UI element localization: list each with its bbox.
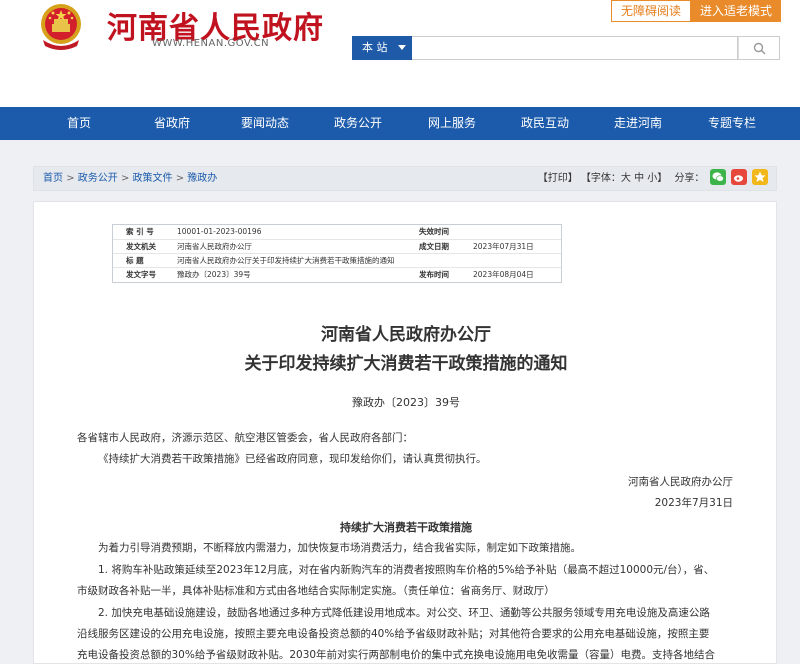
paragraph-2-line1: 2. 加快充电基础设施建设，鼓励各地通过多种方式降低建设用地成本。对公交、环卫、…: [98, 607, 710, 619]
meta-title-label: 标 题: [126, 256, 144, 265]
breadcrumb: 首页 > 政务公开 > 政策文件 > 豫政办: [43, 167, 217, 190]
search-scope-select[interactable]: 本 站: [352, 36, 412, 60]
meta-issuer-value: 河南省人民政府办公厅: [177, 242, 252, 251]
document-number: 豫政办〔2023〕39号: [352, 396, 460, 409]
meta-docno-label: 发文字号: [126, 270, 156, 279]
site-url: WWW.HENAN.GOV.CN: [152, 38, 270, 49]
meta-invalid-label: 失效时间: [419, 227, 449, 236]
document-meta-table: 索 引 号 10001-01-2023-00196 失效时间 发文机关 河南省人…: [112, 224, 562, 283]
document-title-line2: 关于印发持续扩大消费若干政策措施的通知: [244, 354, 568, 374]
paragraph-2-line3: 充电设备投资总额的30%给予省级财政补贴。2030年前对实行两部制电价的集中式充…: [77, 649, 716, 661]
breadcrumb-current[interactable]: 豫政办: [187, 173, 217, 184]
meta-issuer-label: 发文机关: [126, 242, 156, 251]
breadcrumb-open-affairs[interactable]: 政务公开: [78, 173, 118, 184]
page-tools: 【打印】 【字体：大 中 小】 分享：: [538, 167, 768, 190]
measures-heading: 持续扩大消费若干政策措施: [340, 521, 472, 534]
nav-item-open-affairs[interactable]: 政务公开: [323, 107, 393, 140]
meta-created-label: 成文日期: [419, 242, 449, 251]
site-header: 河南省人民政府 WWW.HENAN.GOV.CN 无障碍阅读 进入适老模式 本 …: [0, 0, 800, 107]
meta-published-value: 2023年08月04日: [473, 270, 534, 279]
nav-item-interaction[interactable]: 政民互动: [510, 107, 580, 140]
search-button[interactable]: [738, 36, 780, 60]
nav-item-online-services[interactable]: 网上服务: [417, 107, 487, 140]
meta-docno-value: 豫政办〔2023〕39号: [177, 270, 251, 279]
meta-title-value: 河南省人民政府办公厅关于印发持续扩大消费若干政策措施的通知: [177, 256, 395, 265]
paragraph-1-line2: 市级财政各补贴一半，具体补贴标准和方式由各地结合实际制定实施。（责任单位：省商务…: [77, 585, 555, 597]
search-input[interactable]: [412, 36, 738, 60]
breadcrumb-separator: >: [175, 173, 188, 184]
accessible-reading-button[interactable]: 无障碍阅读: [611, 0, 691, 22]
signing-date: 2023年7月31日: [654, 497, 733, 509]
weibo-share-icon[interactable]: [730, 169, 747, 185]
search-icon: [753, 42, 766, 55]
national-emblem-icon: [41, 4, 81, 50]
qzone-share-icon[interactable]: [752, 169, 768, 185]
font-size-links[interactable]: 【字体：大 中 小】: [581, 173, 667, 184]
signer: 河南省人民政府办公厅: [628, 476, 733, 488]
meta-published-label: 发布时间: [419, 270, 449, 279]
breadcrumb-home[interactable]: 首页: [43, 173, 63, 184]
paragraph-1-line1: 1. 将购车补贴政策延续至2023年12月底，对在省内新购汽车的消费者按照购车价…: [98, 564, 715, 576]
meta-index-value: 10001-01-2023-00196: [177, 227, 262, 236]
paragraph-intro: 为着力引导消费预期，不断释放内需潜力，加快恢复市场消费活力，结合我省实际，制定如…: [98, 542, 581, 554]
meta-created-value: 2023年07月31日: [473, 242, 534, 251]
nav-item-government[interactable]: 省政府: [137, 107, 207, 140]
print-link[interactable]: 【打印】: [538, 173, 578, 184]
paragraph-2-line2: 沿线服务区建设的公用充电设施，按照主要充电设备投资总额的40%给予省级财政补贴；…: [77, 628, 710, 640]
article-panel: 索 引 号 10001-01-2023-00196 失效时间 发文机关 河南省人…: [33, 201, 777, 664]
share-label: 分享：: [674, 173, 705, 184]
wechat-share-icon[interactable]: [709, 169, 726, 185]
search-scope-label: 本 站: [362, 41, 388, 54]
breadcrumb-bar: 首页 > 政务公开 > 政策文件 > 豫政办 【打印】 【字体：大 中 小】 分…: [33, 166, 777, 191]
breadcrumb-separator: >: [120, 173, 133, 184]
nav-item-about-henan[interactable]: 走进河南: [603, 107, 673, 140]
intro-paragraph: 《持续扩大消费若干政策措施》已经省政府同意，现印发给你们，请认真贯彻执行。: [98, 453, 487, 465]
addressee: 各省辖市人民政府，济源示范区、航空港区管委会，省人民政府各部门：: [77, 432, 413, 444]
meta-index-label: 索 引 号: [126, 227, 154, 236]
nav-item-home[interactable]: 首页: [44, 107, 114, 140]
breadcrumb-policy-docs[interactable]: 政策文件: [133, 173, 173, 184]
elder-mode-button[interactable]: 进入适老模式: [691, 0, 781, 22]
document-title-line1: 河南省人民政府办公厅: [321, 325, 491, 345]
nav-item-news[interactable]: 要闻动态: [230, 107, 300, 140]
main-nav: 首页 省政府 要闻动态 政务公开 网上服务 政民互动 走进河南 专题专栏: [0, 107, 800, 140]
nav-item-topics[interactable]: 专题专栏: [697, 107, 767, 140]
chevron-down-icon: [398, 45, 406, 50]
breadcrumb-separator: >: [66, 173, 78, 184]
